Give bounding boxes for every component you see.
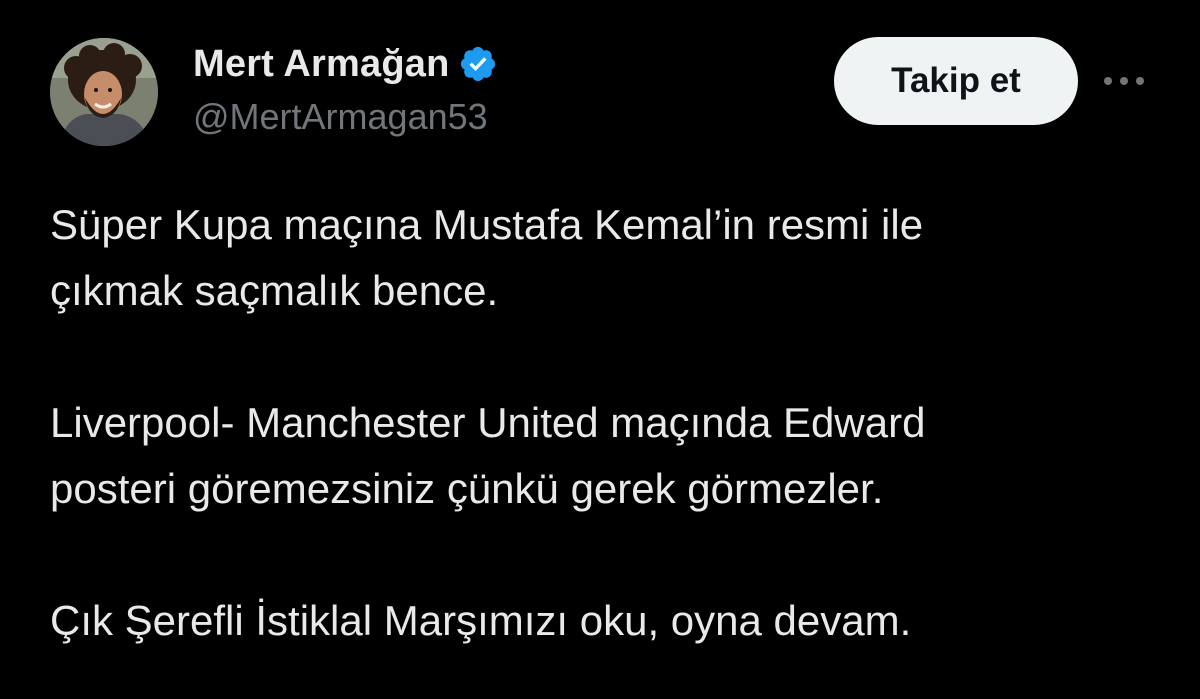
author-display-name[interactable]: Mert Armağan	[193, 43, 450, 86]
verified-badge-icon[interactable]	[458, 44, 498, 84]
tweet-line: posteri göremezsiniz çünkü gerek görmezl…	[50, 465, 884, 512]
more-options-icon[interactable]	[1100, 62, 1148, 100]
tweet-text: Süper Kupa maçına Mustafa Kemal’in resmi…	[50, 192, 1170, 654]
tweet-line: Süper Kupa maçına Mustafa Kemal’in resmi…	[50, 201, 924, 248]
tweet-line: Çık Şerefli İstiklal Marşımızı oku, oyna…	[50, 597, 912, 644]
author-handle[interactable]: @MertArmagan53	[193, 96, 488, 138]
tweet-line: çıkmak saçmalık bence.	[50, 267, 499, 314]
tweet-card: Mert Armağan @MertArmagan53 Takip et Süp…	[0, 0, 1200, 699]
author-name-row: Mert Armağan	[193, 38, 498, 90]
avatar-image	[50, 38, 158, 146]
follow-button[interactable]: Takip et	[834, 37, 1078, 125]
avatar[interactable]	[50, 38, 158, 146]
tweet-line: Liverpool- Manchester United maçında Edw…	[50, 399, 926, 446]
